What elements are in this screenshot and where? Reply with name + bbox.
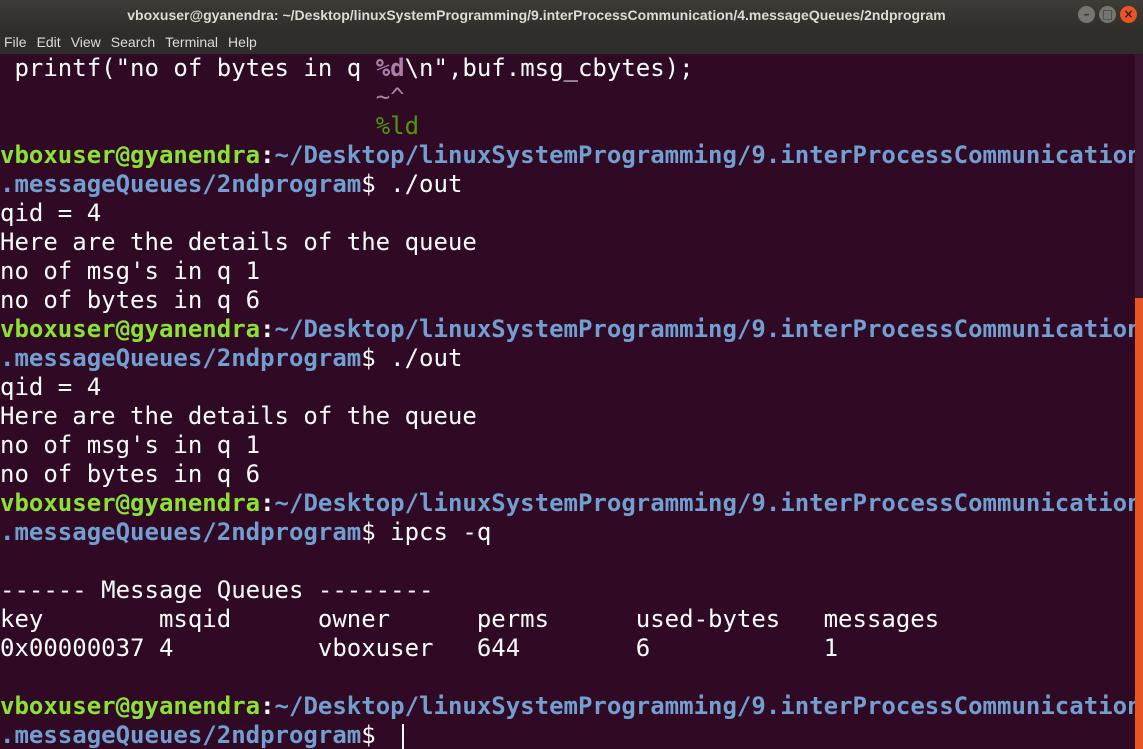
- ipcs-columns: key msqid owner perms used-bytes message…: [0, 605, 940, 633]
- window-controls: – □ ×: [1078, 6, 1137, 24]
- prompt-line-continued: .messageQueues/2ndprogram$ ./out: [0, 170, 462, 199]
- prompt-symbol: $: [361, 721, 391, 749]
- warning-code-after: \n",buf.msg_cbytes);: [404, 54, 694, 82]
- scrollbar-track[interactable]: [1135, 54, 1143, 298]
- title-bar[interactable]: vboxuser@gyanendra: ~/Desktop/linuxSyste…: [0, 0, 1143, 30]
- output-line: no of bytes in q 6: [0, 460, 261, 488]
- prompt-line: vboxuser@gyanendra:~/Desktop/linuxSystem…: [0, 692, 1135, 721]
- prompt-symbol: $: [361, 170, 391, 198]
- prompt-path: ~/Desktop/linuxSystemProgramming/9.inter…: [274, 315, 1135, 343]
- prompt-path: .messageQueues/2ndprogram: [0, 518, 362, 546]
- command-text: ./out: [390, 170, 463, 198]
- warning-caret-indent: [0, 83, 376, 111]
- prompt-colon: :: [260, 489, 275, 517]
- prompt-line: vboxuser@gyanendra:~/Desktop/linuxSystem…: [0, 489, 1135, 518]
- warning-code-line: printf("no of bytes in q %d\n",buf.msg_c…: [0, 54, 694, 83]
- prompt-user: vboxuser@gyanendra: [0, 489, 261, 517]
- output-line: no of msg's in q 1: [0, 257, 261, 285]
- output-line: no of bytes in q 6: [0, 286, 261, 314]
- warning-code-before: printf("no of bytes in q: [0, 54, 376, 82]
- prompt-line: vboxuser@gyanendra:~/Desktop/linuxSystem…: [0, 141, 1135, 170]
- command-text: ipcs -q: [390, 518, 492, 546]
- output-line: qid = 4: [0, 199, 102, 227]
- warning-suggestion-line: %ld: [0, 112, 419, 141]
- scrollbar[interactable]: [1135, 54, 1143, 749]
- prompt-colon: :: [260, 315, 275, 343]
- ipcs-row: 0x00000037 4 vboxuser 644 6 1: [0, 634, 839, 662]
- prompt-line-continued: .messageQueues/2ndprogram$ ./out: [0, 344, 462, 373]
- menu-file[interactable]: File: [0, 30, 32, 54]
- warning-suggestion-indent: [0, 112, 376, 140]
- menu-search[interactable]: Search: [106, 30, 160, 54]
- output-line: Here are the details of the queue: [0, 402, 477, 430]
- prompt-path: .messageQueues/2ndprogram: [0, 170, 362, 198]
- menu-help[interactable]: Help: [223, 30, 262, 54]
- output-line: Here are the details of the queue: [0, 228, 477, 256]
- prompt-colon: :: [260, 141, 275, 169]
- terminal-window: vboxuser@gyanendra: ~/Desktop/linuxSyste…: [0, 0, 1143, 749]
- ipcs-header: ------ Message Queues --------: [0, 576, 434, 604]
- prompt-path: .messageQueues/2ndprogram: [0, 721, 362, 749]
- prompt-path: ~/Desktop/linuxSystemProgramming/9.inter…: [274, 489, 1135, 517]
- maximize-button[interactable]: □: [1099, 6, 1116, 23]
- output-line: qid = 4: [0, 373, 102, 401]
- prompt-line: vboxuser@gyanendra:~/Desktop/linuxSystem…: [0, 315, 1135, 344]
- close-button[interactable]: ×: [1120, 6, 1137, 23]
- prompt-user: vboxuser@gyanendra: [0, 141, 261, 169]
- prompt-user: vboxuser@gyanendra: [0, 315, 261, 343]
- menu-terminal[interactable]: Terminal: [160, 30, 223, 54]
- prompt-path: ~/Desktop/linuxSystemProgramming/9.inter…: [274, 141, 1135, 169]
- warning-caret-line: ~^: [0, 83, 405, 112]
- warning-suggestion: %ld: [375, 112, 420, 140]
- menu-view[interactable]: View: [66, 30, 106, 54]
- output-line: no of msg's in q 1: [0, 431, 261, 459]
- command-text: ./out: [390, 344, 463, 372]
- prompt-line-continued: .messageQueues/2ndprogram$ ipcs -q: [0, 518, 491, 547]
- prompt-path: ~/Desktop/linuxSystemProgramming/9.inter…: [274, 692, 1135, 720]
- menu-bar: File Edit View Search Terminal Help: [0, 30, 1143, 54]
- window-title: vboxuser@gyanendra: ~/Desktop/linuxSyste…: [127, 7, 946, 23]
- warning-format-spec: %d: [375, 54, 405, 82]
- minimize-button[interactable]: –: [1078, 6, 1095, 23]
- prompt-path: .messageQueues/2ndprogram: [0, 344, 362, 372]
- prompt-user: vboxuser@gyanendra: [0, 692, 261, 720]
- prompt-line-continued: .messageQueues/2ndprogram$: [0, 721, 405, 749]
- prompt-colon: :: [260, 692, 275, 720]
- prompt-symbol: $: [361, 518, 391, 546]
- text-cursor: [402, 723, 405, 749]
- warning-caret: ~^: [375, 83, 405, 111]
- terminal-output[interactable]: printf("no of bytes in q %d\n",buf.msg_c…: [0, 54, 1135, 749]
- menu-edit[interactable]: Edit: [32, 30, 66, 54]
- scrollbar-thumb[interactable]: [1135, 298, 1143, 749]
- prompt-symbol: $: [361, 344, 391, 372]
